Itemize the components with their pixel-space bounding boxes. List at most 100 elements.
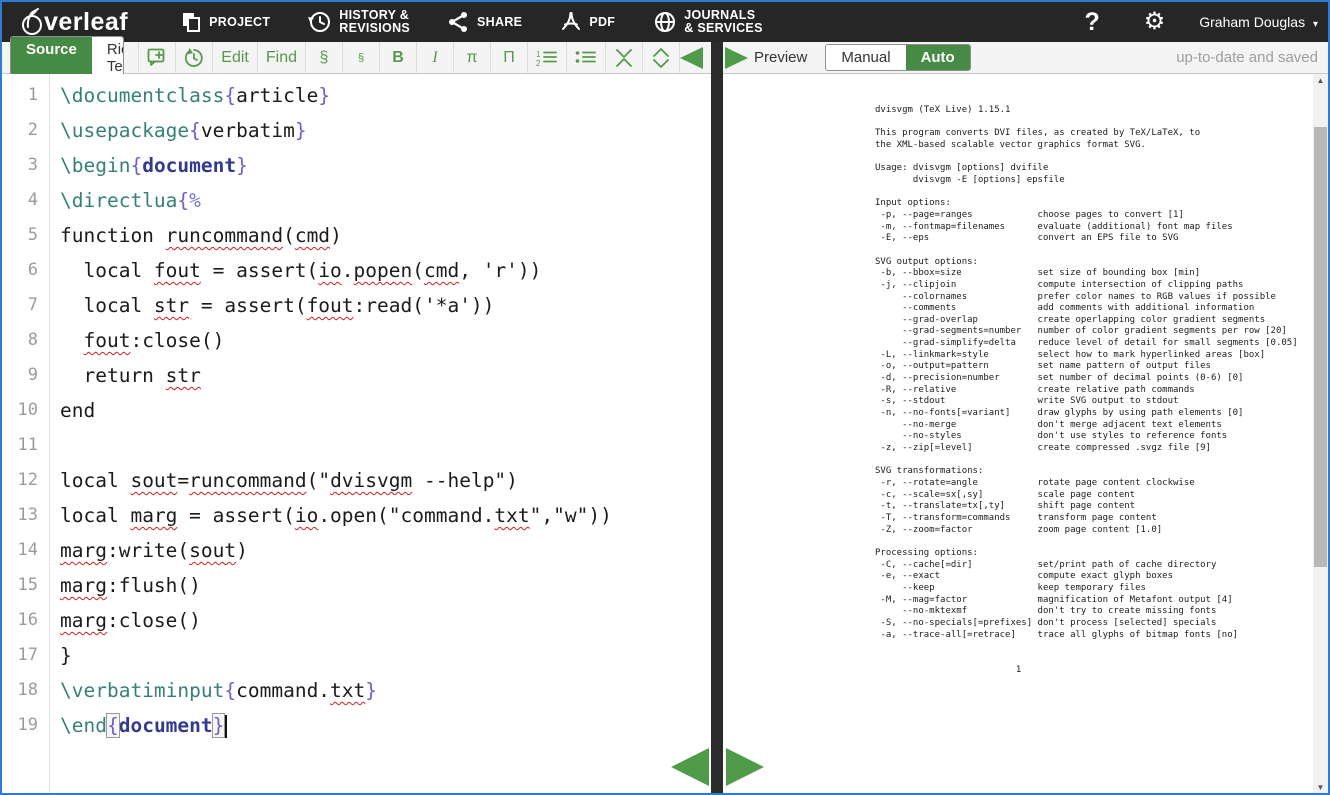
comment-add-icon (147, 48, 167, 67)
add-comment-button[interactable] (138, 42, 175, 73)
line-number: 15 (2, 568, 49, 603)
code-line[interactable]: marg:write(sout) (60, 533, 711, 568)
line-number: 18 (2, 673, 49, 708)
editor-toolbar: Source Rich Text (2, 42, 711, 74)
collapse-button[interactable] (605, 42, 642, 73)
code-line[interactable]: marg:close() (60, 603, 711, 638)
bullet-list-button[interactable] (566, 42, 605, 73)
code-line[interactable]: return str (60, 358, 711, 393)
collapse-editor-arrow-bottom[interactable] (671, 748, 709, 786)
expand-preview-arrow[interactable] (725, 47, 748, 69)
editor-toolbar-buttons: Edit Find § § B I π Π 1 2 (138, 42, 680, 73)
code-line[interactable] (60, 428, 711, 463)
line-number: 6 (2, 253, 49, 288)
nav-pdf[interactable]: PDF (560, 11, 615, 33)
share-icon (448, 11, 470, 33)
expand-button[interactable] (642, 42, 680, 73)
nav-share[interactable]: SHARE (448, 11, 522, 33)
line-number: 2 (2, 113, 49, 148)
code-line[interactable]: \documentclass{article} (60, 78, 711, 113)
scrollbar-thumb[interactable] (1314, 127, 1327, 567)
numbered-list-icon: 1 2 (536, 49, 558, 67)
nav-history-revisions[interactable]: HISTORY &REVISIONS (308, 9, 410, 35)
display-math-button[interactable]: Π (490, 42, 527, 73)
overleaf-window: verleaf PROJECT HISTORY &REVISIONS (0, 0, 1330, 795)
help-button[interactable]: ? (1084, 8, 1099, 37)
numbered-list-button[interactable]: 1 2 (527, 42, 566, 73)
collapse-editor-arrow[interactable] (680, 47, 703, 69)
chevron-down-icon: ▾ (1313, 19, 1318, 30)
preview-toolbar: Preview Manual Auto up-to-date and saved (723, 42, 1328, 74)
code-line[interactable]: \verbatiminput{command.txt} (60, 673, 711, 708)
subsection-button[interactable]: § (342, 42, 379, 73)
preview-label: Preview (754, 49, 807, 66)
code-line[interactable]: local fout = assert(io.popen(cmd, 'r')) (60, 253, 711, 288)
mode-switcher: Source Rich Text (10, 36, 124, 80)
globe-icon (653, 10, 677, 34)
edit-menu-button[interactable]: Edit (212, 42, 257, 73)
code-line[interactable]: function runcommand(cmd) (60, 218, 711, 253)
pdf-scrollbar[interactable]: ▲ ▼ (1313, 74, 1328, 795)
line-number: 12 (2, 463, 49, 498)
manual-compile-button[interactable]: Manual (826, 45, 905, 70)
project-icon (180, 11, 202, 33)
code-line[interactable]: end (60, 393, 711, 428)
nav-project-label: PROJECT (209, 16, 270, 29)
undo-history-icon (184, 48, 204, 68)
pane-divider[interactable] (711, 42, 723, 795)
scroll-up-arrow[interactable]: ▲ (1313, 74, 1328, 88)
code-line[interactable]: fout:close() (60, 323, 711, 358)
line-number: 1 (2, 78, 49, 113)
rich-text-tab[interactable]: Rich Text (92, 37, 124, 79)
user-menu[interactable]: Graham Douglas ▾ (1199, 14, 1318, 30)
line-number: 14 (2, 533, 49, 568)
code-line[interactable]: local marg = assert(io.open("command.txt… (60, 498, 711, 533)
code-line[interactable]: marg:flush() (60, 568, 711, 603)
code-lines[interactable]: \documentclass{article}\usepackage{verba… (50, 74, 711, 795)
settings-gear-icon[interactable]: ⚙ (1144, 10, 1166, 34)
expand-icon (651, 48, 671, 68)
nav-project[interactable]: PROJECT (180, 11, 270, 33)
logo-text: verleaf (44, 8, 128, 37)
top-nav-bar: verleaf PROJECT HISTORY &REVISIONS (2, 2, 1328, 42)
bold-button[interactable]: B (379, 42, 416, 73)
line-number: 5 (2, 218, 49, 253)
history-button[interactable] (175, 42, 212, 73)
overleaf-leaf-o-icon (18, 7, 46, 37)
code-line[interactable]: local sout=runcommand("dvisvgm --help") (60, 463, 711, 498)
code-line[interactable]: \directlua{% (60, 183, 711, 218)
compile-mode-switcher: Manual Auto (825, 44, 970, 71)
scroll-down-arrow[interactable]: ▼ (1313, 781, 1328, 795)
code-line[interactable]: \begin{document} (60, 148, 711, 183)
code-line[interactable]: local str = assert(fout:read('*a')) (60, 288, 711, 323)
line-number: 10 (2, 393, 49, 428)
source-code-editor[interactable]: 12345678910111213141516171819 \documentc… (2, 74, 711, 795)
line-number: 7 (2, 288, 49, 323)
text-cursor (225, 715, 227, 738)
collapse-icon (614, 48, 634, 68)
auto-compile-button[interactable]: Auto (906, 45, 970, 70)
italic-button[interactable]: I (416, 42, 453, 73)
section-button[interactable]: § (305, 42, 342, 73)
nav-share-label: SHARE (477, 16, 522, 29)
pdf-preview-area: dvisvgm (TeX Live) 1.15.1 This program c… (723, 74, 1328, 795)
find-button[interactable]: Find (257, 42, 305, 73)
line-number: 8 (2, 323, 49, 358)
nav-journals-label: JOURNALS& SERVICES (684, 9, 763, 35)
line-number-gutter: 12345678910111213141516171819 (2, 74, 50, 795)
line-number: 13 (2, 498, 49, 533)
overleaf-logo[interactable]: verleaf (18, 7, 128, 37)
line-number: 17 (2, 638, 49, 673)
nav-pdf-label: PDF (589, 16, 615, 29)
bullet-list-icon (575, 49, 597, 67)
line-number: 19 (2, 708, 49, 743)
expand-preview-arrow-bottom[interactable] (726, 748, 764, 786)
svg-text:2: 2 (536, 59, 541, 67)
code-line[interactable]: \end{document} (60, 708, 711, 743)
source-tab[interactable]: Source (11, 37, 92, 79)
code-line[interactable]: \usepackage{verbatim} (60, 113, 711, 148)
code-line[interactable]: } (60, 638, 711, 673)
editor-pane: Source Rich Text (2, 42, 711, 795)
nav-journals-services[interactable]: JOURNALS& SERVICES (653, 9, 763, 35)
inline-math-button[interactable]: π (453, 42, 490, 73)
